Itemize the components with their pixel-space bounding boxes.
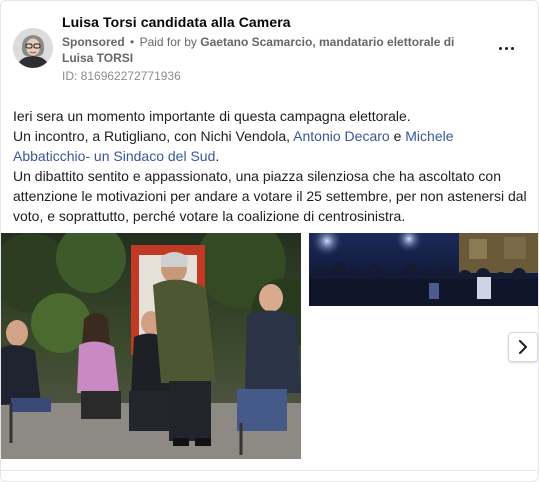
more-options-button[interactable] <box>492 36 520 60</box>
post-text-segment: e <box>389 128 406 144</box>
post-text-line: Ieri sera un momento importante di quest… <box>13 108 411 124</box>
carousel-image-1[interactable] <box>1 233 301 459</box>
more-options-dot <box>498 46 502 50</box>
more-options-dot <box>504 46 508 50</box>
post-text-segment: . <box>215 148 220 164</box>
carousel-image-2[interactable] <box>309 233 538 306</box>
sponsor-meta: Sponsored • Paid for by Gaetano Scamarci… <box>62 34 482 66</box>
post-text-paragraph: Un incontro, a Rutigliano, con Nichi Ven… <box>13 126 529 166</box>
post-text: Ieri sera un momento importante di quest… <box>13 106 529 226</box>
post-text-segment: Un incontro, a Rutigliano, con Nichi Ven… <box>13 128 294 144</box>
card-divider <box>0 470 539 471</box>
paid-for-prefix: Paid for by <box>139 35 197 49</box>
more-options-dot <box>510 46 514 50</box>
tag-antonio-decaro[interactable]: Antonio Decaro <box>293 128 390 144</box>
page-name[interactable]: Luisa Torsi candidata alla Camera <box>62 14 291 30</box>
page-avatar[interactable] <box>13 28 53 68</box>
ad-post-card: Luisa Torsi candidata alla Camera Sponso… <box>0 0 539 482</box>
sponsored-label: Sponsored <box>62 35 125 49</box>
carousel-next-button[interactable] <box>508 332 538 362</box>
post-text-paragraph: Un dibattito sentito e appassionato, una… <box>13 168 527 224</box>
meta-separator: • <box>130 35 135 49</box>
ad-library-id: ID: 816962272771936 <box>62 69 181 83</box>
chevron-right-icon <box>519 340 527 354</box>
